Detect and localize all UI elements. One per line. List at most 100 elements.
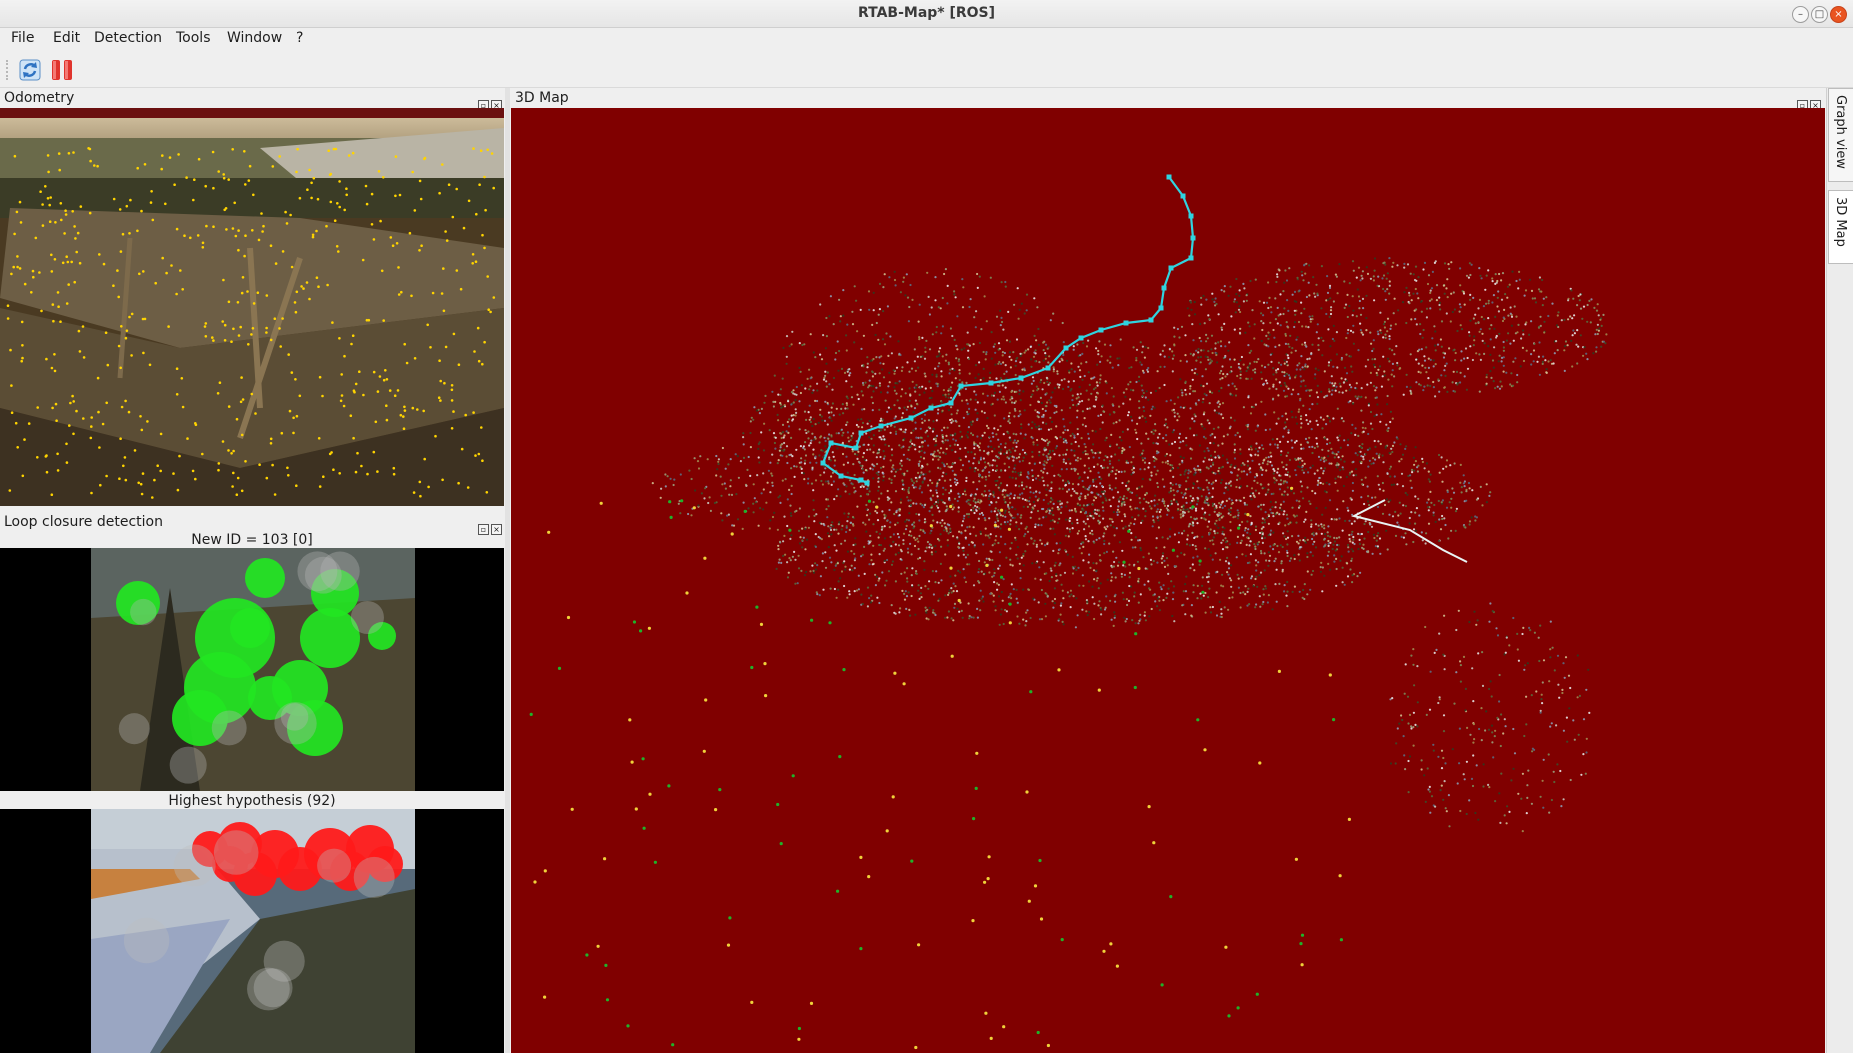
cloud-point (1256, 585, 1259, 588)
maximize-button[interactable]: □ (1811, 6, 1828, 23)
refresh-button[interactable] (17, 57, 43, 83)
cloud-point (803, 410, 807, 413)
cloud-point (1243, 287, 1246, 290)
cloud-point (1228, 358, 1232, 361)
cloud-point (1135, 348, 1139, 351)
cloud-point (1218, 403, 1222, 406)
cloud-point (1177, 541, 1180, 544)
feature-point (385, 418, 389, 422)
cloud-point (934, 367, 937, 370)
cloud-point (983, 517, 986, 520)
minimize-button[interactable]: – (1792, 6, 1809, 23)
cloud-point (1204, 611, 1207, 614)
cloud-point (1254, 429, 1257, 432)
cloud-point (1341, 391, 1344, 394)
cloud-point (1310, 389, 1313, 392)
map3d-canvas[interactable] (511, 108, 1825, 1053)
cloud-point (1122, 391, 1125, 394)
cloud-point (895, 509, 898, 512)
cloud-point (1096, 384, 1099, 387)
cloud-point (1300, 312, 1303, 315)
cloud-point (1267, 594, 1270, 597)
cloud-point (1208, 318, 1211, 321)
feature-point (125, 204, 129, 208)
cloud-point (869, 448, 872, 451)
cloud-point (1160, 557, 1163, 560)
cloud-point (1099, 413, 1103, 416)
cloud-point (1258, 300, 1261, 303)
cloud-point (848, 374, 851, 377)
cloud-point (779, 388, 782, 391)
cloud-point (1045, 488, 1048, 491)
feature-blob (280, 703, 309, 731)
cloud-point (1383, 374, 1386, 377)
cloud-point (1498, 387, 1502, 390)
cloud-point (1391, 265, 1394, 268)
cloud-point (889, 407, 892, 411)
feature-point (403, 409, 407, 412)
menu-file[interactable]: File (11, 30, 34, 46)
cloud-point (828, 556, 832, 559)
cloud-point (974, 408, 977, 411)
hypothesis-image-view[interactable] (0, 809, 504, 1053)
cloud-point (1201, 535, 1204, 538)
feature-point (41, 224, 45, 227)
cloud-point (1021, 448, 1024, 452)
menu-edit[interactable]: Edit (53, 30, 80, 46)
cloud-point (882, 465, 885, 468)
cloud-point (955, 590, 959, 593)
cloud-point (1373, 269, 1376, 272)
cloud-point (1380, 331, 1383, 334)
cloud-point (1326, 275, 1329, 278)
cloud-point (1064, 549, 1067, 552)
cloud-point (1165, 439, 1168, 443)
cloud-point (810, 482, 814, 485)
odometry-camera-view[interactable] (0, 108, 504, 506)
cloud-point (1309, 588, 1312, 591)
feature-point (317, 285, 320, 288)
toolbar-handle[interactable] (6, 60, 10, 80)
menu-tools[interactable]: Tools (176, 30, 211, 46)
cloud-point (869, 534, 872, 537)
cloud-point (1427, 366, 1430, 369)
cloud-point (1423, 355, 1426, 358)
cloud-point (1238, 289, 1241, 292)
cloud-point (1509, 312, 1512, 315)
cloud-point (1217, 426, 1220, 429)
cloud-point (1327, 542, 1330, 545)
dock-splitter[interactable] (505, 88, 510, 1053)
cloud-point (891, 560, 894, 563)
menu-window[interactable]: Window (227, 30, 282, 46)
cloud-point (1153, 459, 1156, 463)
menu-help[interactable]: ? (296, 30, 303, 46)
cloud-point (1184, 496, 1188, 500)
cloud-point (1350, 432, 1353, 435)
cloud-point (1253, 371, 1257, 374)
cloud-point (1092, 562, 1095, 565)
cloud-point (985, 557, 988, 560)
cloud-point (1496, 279, 1499, 283)
cloud-point (894, 612, 897, 615)
cloud-point (896, 532, 899, 536)
cloud-point (1211, 461, 1215, 464)
feature-point (130, 312, 134, 316)
cloud-point (1138, 486, 1141, 489)
cloud-point (977, 580, 980, 583)
feature-point (477, 359, 481, 363)
menu-detection[interactable]: Detection (94, 30, 162, 46)
feature-point (352, 436, 355, 440)
cloud-point (1278, 488, 1282, 491)
close-button[interactable]: × (1830, 6, 1847, 23)
cloud-point (752, 418, 755, 421)
feature-point (240, 291, 244, 295)
cloud-point (1086, 493, 1090, 496)
new-image-view[interactable] (0, 548, 504, 791)
cloud-point (822, 588, 825, 591)
cloud-point (1311, 569, 1315, 573)
cloud-point (952, 420, 955, 423)
cloud-point (967, 513, 971, 516)
feature-point (393, 394, 397, 398)
cloud-point (914, 369, 917, 372)
cloud-point (1142, 406, 1145, 409)
pause-button[interactable] (49, 57, 75, 83)
